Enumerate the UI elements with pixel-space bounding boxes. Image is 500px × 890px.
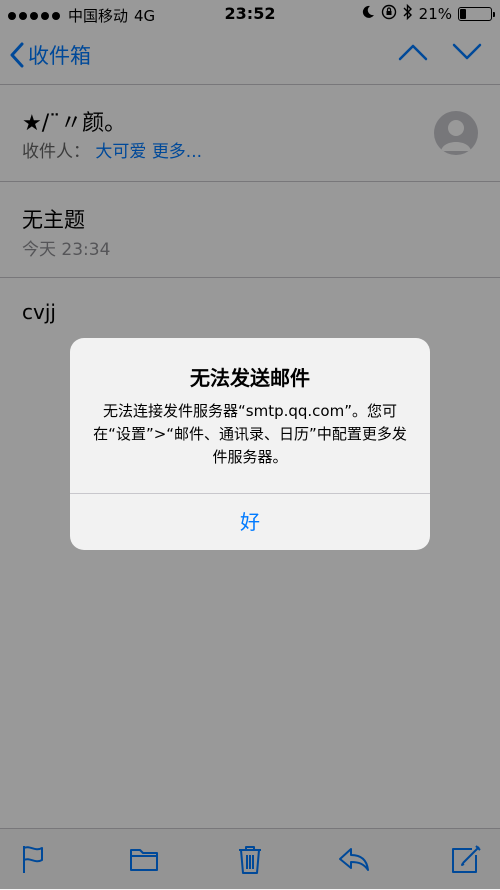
alert-title: 无法发送邮件 xyxy=(190,366,310,390)
alert-dialog: 无法发送邮件 无法连接发件服务器“smtp.qq.com”。您可在“设置”>“邮… xyxy=(70,338,430,550)
ok-button[interactable]: 好 xyxy=(70,494,430,550)
mail-screen: 中国移动 4G 23:52 21% 收件箱 ★/¨〃颜。 收件人： 大可爱 更多… xyxy=(0,0,500,890)
alert-message: 无法连接发件服务器“smtp.qq.com”。您可在“设置”>“邮件、通讯录、日… xyxy=(93,402,407,466)
